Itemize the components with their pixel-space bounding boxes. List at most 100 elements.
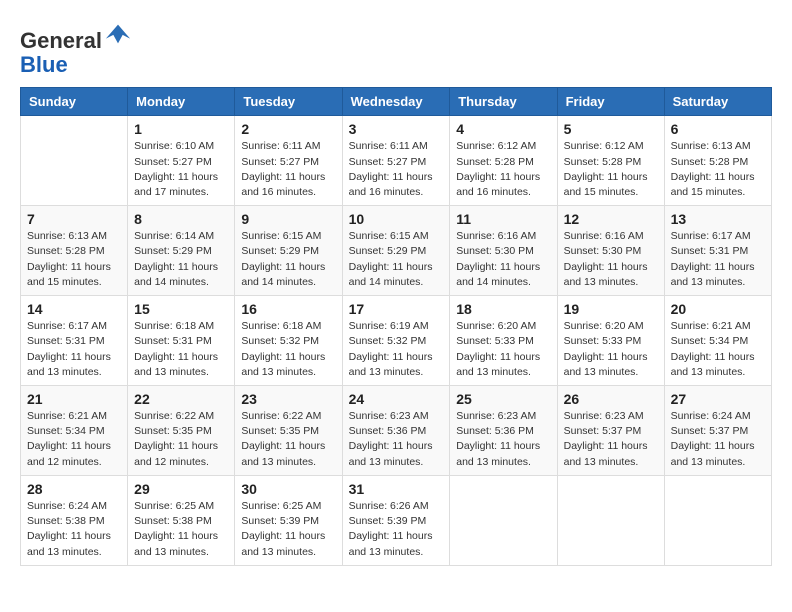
calendar-cell: 3 Sunrise: 6:11 AM Sunset: 5:27 PM Daylig… [342, 116, 450, 206]
day-number: 18 [456, 301, 550, 317]
day-info: Sunrise: 6:11 AM Sunset: 5:27 PM Dayligh… [349, 139, 444, 200]
day-number: 31 [349, 481, 444, 497]
logo-bird-icon [104, 20, 132, 48]
day-number: 10 [349, 211, 444, 227]
calendar-week-row: 14 Sunrise: 6:17 AM Sunset: 5:31 PM Dayli… [21, 296, 772, 386]
day-info: Sunrise: 6:25 AM Sunset: 5:39 PM Dayligh… [241, 499, 335, 560]
logo-blue: Blue [20, 52, 68, 77]
day-number: 24 [349, 391, 444, 407]
weekday-header-row: SundayMondayTuesdayWednesdayThursdayFrid… [21, 88, 772, 116]
calendar-cell: 15Sunrise: 6:18 AM Sunset: 5:31 PM Dayli… [128, 296, 235, 386]
weekday-header-monday: Monday [128, 88, 235, 116]
day-number: 1 [134, 121, 228, 137]
day-info: Sunrise: 6:15 AM Sunset: 5:29 PM Dayligh… [241, 229, 335, 290]
calendar-cell: 14 Sunrise: 6:17 AM Sunset: 5:31 PM Dayli… [21, 296, 128, 386]
day-info: Sunrise: 6:22 AM Sunset: 5:35 PM Dayligh… [134, 409, 228, 470]
calendar-week-row: 21Sunrise: 6:21 AM Sunset: 5:34 PM Dayli… [21, 386, 772, 476]
day-number: 17 [349, 301, 444, 317]
day-info: Sunrise: 6:24 AM Sunset: 5:38 PM Dayligh… [27, 499, 121, 560]
calendar-cell: 1 Sunrise: 6:10 AM Sunset: 5:27 PM Daylig… [128, 116, 235, 206]
calendar-cell: 5Sunrise: 6:12 AM Sunset: 5:28 PM Daylig… [557, 116, 664, 206]
page-header: General Blue [20, 20, 772, 77]
calendar-week-row: 1 Sunrise: 6:10 AM Sunset: 5:27 PM Daylig… [21, 116, 772, 206]
day-number: 29 [134, 481, 228, 497]
day-info: Sunrise: 6:14 AM Sunset: 5:29 PM Dayligh… [134, 229, 228, 290]
calendar-cell: 22 Sunrise: 6:22 AM Sunset: 5:35 PM Dayli… [128, 386, 235, 476]
day-number: 3 [349, 121, 444, 137]
weekday-header-tuesday: Tuesday [235, 88, 342, 116]
calendar-cell: 27Sunrise: 6:24 AM Sunset: 5:37 PM Dayli… [664, 386, 771, 476]
day-info: Sunrise: 6:11 AM Sunset: 5:27 PM Dayligh… [241, 139, 335, 200]
day-info: Sunrise: 6:21 AM Sunset: 5:34 PM Dayligh… [671, 319, 765, 380]
calendar-cell: 18 Sunrise: 6:20 AM Sunset: 5:33 PM Dayli… [450, 296, 557, 386]
calendar-cell: 10 Sunrise: 6:15 AM Sunset: 5:29 PM Dayli… [342, 206, 450, 296]
calendar-cell: 25 Sunrise: 6:23 AM Sunset: 5:36 PM Dayli… [450, 386, 557, 476]
day-info: Sunrise: 6:23 AM Sunset: 5:37 PM Dayligh… [564, 409, 658, 470]
day-number: 6 [671, 121, 765, 137]
day-info: Sunrise: 6:15 AM Sunset: 5:29 PM Dayligh… [349, 229, 444, 290]
day-number: 22 [134, 391, 228, 407]
calendar-cell: 16Sunrise: 6:18 AM Sunset: 5:32 PM Dayli… [235, 296, 342, 386]
day-number: 13 [671, 211, 765, 227]
calendar-cell: 24 Sunrise: 6:23 AM Sunset: 5:36 PM Dayli… [342, 386, 450, 476]
day-info: Sunrise: 6:19 AM Sunset: 5:32 PM Dayligh… [349, 319, 444, 380]
day-info: Sunrise: 6:17 AM Sunset: 5:31 PM Dayligh… [671, 229, 765, 290]
day-info: Sunrise: 6:23 AM Sunset: 5:36 PM Dayligh… [456, 409, 550, 470]
day-info: Sunrise: 6:25 AM Sunset: 5:38 PM Dayligh… [134, 499, 228, 560]
day-number: 9 [241, 211, 335, 227]
day-number: 7 [27, 211, 121, 227]
day-number: 21 [27, 391, 121, 407]
calendar-cell: 28 Sunrise: 6:24 AM Sunset: 5:38 PM Dayli… [21, 475, 128, 565]
calendar-cell: 11Sunrise: 6:16 AM Sunset: 5:30 PM Dayli… [450, 206, 557, 296]
calendar-cell [450, 475, 557, 565]
calendar-week-row: 7Sunrise: 6:13 AM Sunset: 5:28 PM Daylig… [21, 206, 772, 296]
day-info: Sunrise: 6:20 AM Sunset: 5:33 PM Dayligh… [564, 319, 658, 380]
day-info: Sunrise: 6:13 AM Sunset: 5:28 PM Dayligh… [671, 139, 765, 200]
calendar-cell: 13 Sunrise: 6:17 AM Sunset: 5:31 PM Dayli… [664, 206, 771, 296]
calendar-cell: 6 Sunrise: 6:13 AM Sunset: 5:28 PM Daylig… [664, 116, 771, 206]
day-info: Sunrise: 6:18 AM Sunset: 5:32 PM Dayligh… [241, 319, 335, 380]
calendar-cell: 12 Sunrise: 6:16 AM Sunset: 5:30 PM Dayli… [557, 206, 664, 296]
calendar-cell [557, 475, 664, 565]
day-info: Sunrise: 6:10 AM Sunset: 5:27 PM Dayligh… [134, 139, 228, 200]
calendar-cell [664, 475, 771, 565]
day-number: 28 [27, 481, 121, 497]
calendar-week-row: 28 Sunrise: 6:24 AM Sunset: 5:38 PM Dayli… [21, 475, 772, 565]
calendar-cell: 19Sunrise: 6:20 AM Sunset: 5:33 PM Dayli… [557, 296, 664, 386]
calendar-cell: 23Sunrise: 6:22 AM Sunset: 5:35 PM Dayli… [235, 386, 342, 476]
day-info: Sunrise: 6:26 AM Sunset: 5:39 PM Dayligh… [349, 499, 444, 560]
calendar-cell [21, 116, 128, 206]
calendar-cell: 8Sunrise: 6:14 AM Sunset: 5:29 PM Daylig… [128, 206, 235, 296]
day-info: Sunrise: 6:17 AM Sunset: 5:31 PM Dayligh… [27, 319, 121, 380]
calendar-cell: 7Sunrise: 6:13 AM Sunset: 5:28 PM Daylig… [21, 206, 128, 296]
calendar-cell: 26 Sunrise: 6:23 AM Sunset: 5:37 PM Dayli… [557, 386, 664, 476]
calendar-cell: 4 Sunrise: 6:12 AM Sunset: 5:28 PM Daylig… [450, 116, 557, 206]
weekday-header-friday: Friday [557, 88, 664, 116]
weekday-header-wednesday: Wednesday [342, 88, 450, 116]
logo-general: General [20, 28, 102, 53]
calendar-cell: 29 Sunrise: 6:25 AM Sunset: 5:38 PM Dayli… [128, 475, 235, 565]
day-info: Sunrise: 6:23 AM Sunset: 5:36 PM Dayligh… [349, 409, 444, 470]
day-number: 12 [564, 211, 658, 227]
weekday-header-saturday: Saturday [664, 88, 771, 116]
day-info: Sunrise: 6:12 AM Sunset: 5:28 PM Dayligh… [456, 139, 550, 200]
day-info: Sunrise: 6:22 AM Sunset: 5:35 PM Dayligh… [241, 409, 335, 470]
weekday-header-thursday: Thursday [450, 88, 557, 116]
day-number: 4 [456, 121, 550, 137]
day-number: 20 [671, 301, 765, 317]
day-number: 2 [241, 121, 335, 137]
logo: General Blue [20, 20, 132, 77]
day-number: 30 [241, 481, 335, 497]
calendar-cell: 30 Sunrise: 6:25 AM Sunset: 5:39 PM Dayli… [235, 475, 342, 565]
calendar-cell: 2 Sunrise: 6:11 AM Sunset: 5:27 PM Daylig… [235, 116, 342, 206]
day-info: Sunrise: 6:16 AM Sunset: 5:30 PM Dayligh… [564, 229, 658, 290]
calendar-cell: 31 Sunrise: 6:26 AM Sunset: 5:39 PM Dayli… [342, 475, 450, 565]
weekday-header-sunday: Sunday [21, 88, 128, 116]
day-info: Sunrise: 6:16 AM Sunset: 5:30 PM Dayligh… [456, 229, 550, 290]
day-number: 25 [456, 391, 550, 407]
calendar-cell: 21Sunrise: 6:21 AM Sunset: 5:34 PM Dayli… [21, 386, 128, 476]
day-info: Sunrise: 6:20 AM Sunset: 5:33 PM Dayligh… [456, 319, 550, 380]
day-number: 26 [564, 391, 658, 407]
day-number: 14 [27, 301, 121, 317]
day-info: Sunrise: 6:12 AM Sunset: 5:28 PM Dayligh… [564, 139, 658, 200]
